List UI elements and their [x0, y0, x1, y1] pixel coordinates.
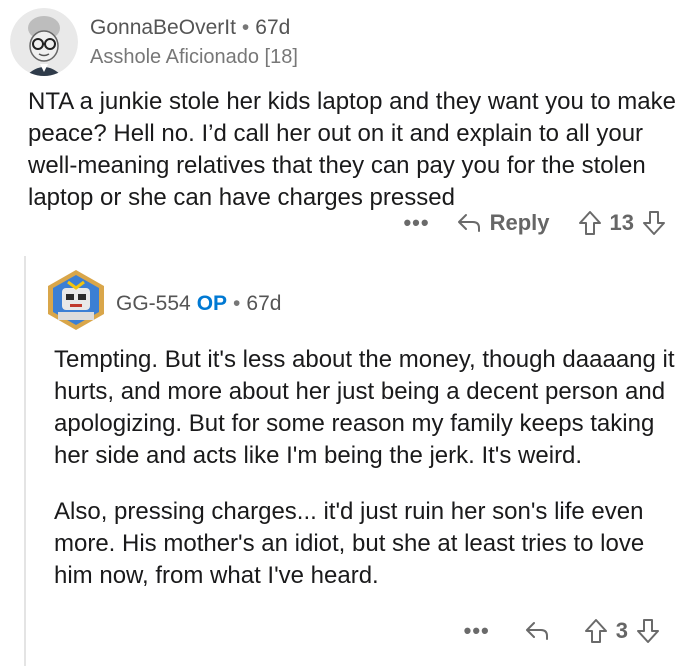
vote-controls: 13: [578, 210, 666, 236]
downvote-arrow-icon[interactable]: [642, 210, 666, 236]
thread-line[interactable]: [24, 256, 26, 666]
comment-age: 67d: [246, 292, 282, 315]
more-options-button[interactable]: •••: [464, 618, 490, 644]
reply-arrow-icon: [456, 212, 482, 234]
comment-paragraph: Tempting. But it's less about the money,…: [54, 346, 675, 469]
reply-button[interactable]: Reply: [456, 210, 550, 236]
comment-body: Tempting. But it's less about the money,…: [54, 344, 684, 616]
vote-score: 13: [609, 210, 634, 235]
username[interactable]: GG-554: [116, 292, 191, 315]
comment-body: NTA a junkie stole her kids laptop and t…: [28, 88, 676, 211]
more-options-button[interactable]: •••: [403, 210, 429, 236]
reply-button[interactable]: [524, 620, 550, 642]
avatar[interactable]: [10, 8, 78, 76]
upvote-arrow-icon[interactable]: [584, 618, 608, 644]
comment-age: 67d: [255, 16, 291, 39]
comment-meta: GonnaBeOverIt • 67d: [90, 16, 290, 40]
separator-dot: •: [233, 292, 241, 315]
reply-arrow-icon: [524, 620, 550, 642]
user-flair: Asshole Aficionado [18]: [90, 46, 298, 68]
comment-actions: ••• 3: [446, 618, 660, 644]
vote-controls: 3: [584, 618, 660, 644]
username[interactable]: GonnaBeOverIt: [90, 16, 236, 39]
downvote-arrow-icon[interactable]: [636, 618, 660, 644]
separator-dot: •: [241, 16, 250, 39]
more-dots-icon: •••: [403, 210, 430, 235]
vote-score: 3: [615, 618, 628, 643]
op-badge: OP: [196, 292, 228, 315]
avatar[interactable]: [44, 268, 108, 332]
comment-paragraph: Also, pressing charges... it'd just ruin…: [54, 498, 645, 589]
upvote-arrow-icon[interactable]: [578, 210, 602, 236]
more-dots-icon: •••: [463, 618, 490, 643]
comment-meta: GG-554 OP • 67d: [116, 292, 281, 316]
comment-actions: ••• Reply 13: [385, 210, 666, 236]
reply-label: Reply: [489, 210, 550, 235]
comment-gonnabeoverit: GonnaBeOverIt • 67d Asshole Aficionado [18…: [0, 0, 700, 250]
